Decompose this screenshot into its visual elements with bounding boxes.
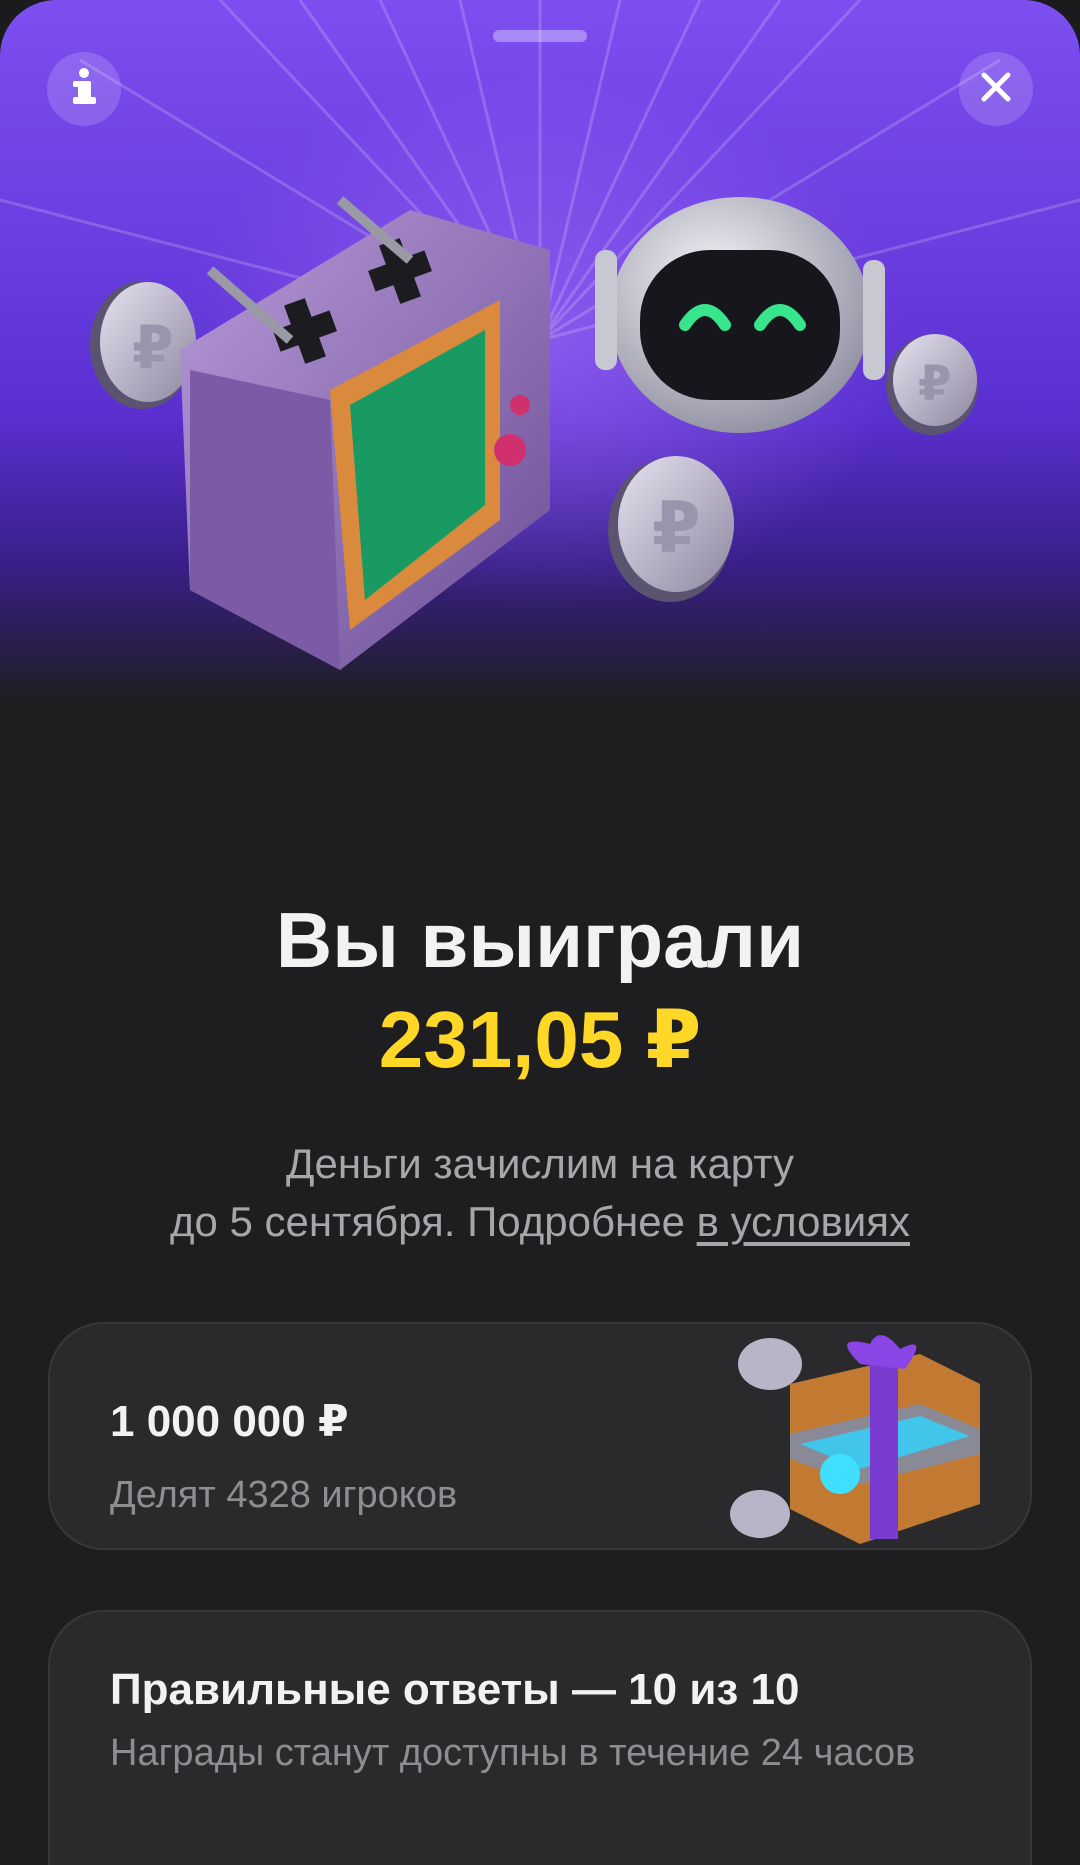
- close-button[interactable]: [959, 52, 1033, 126]
- game-console-robot-illustration: ₽ ₽ ₽: [90, 196, 978, 670]
- correct-answers-title: Правильные ответы — 10 из 10: [110, 1665, 800, 1714]
- correct-answers-card[interactable]: Правильные ответы — 10 из 10 Награды ста…: [48, 1610, 1032, 1865]
- info-button[interactable]: [47, 52, 121, 126]
- description-line-2: до 5 сентября. Подробнее: [170, 1198, 697, 1245]
- svg-text:₽: ₽: [652, 487, 701, 569]
- game-console-icon: [180, 196, 550, 670]
- win-result-sheet: ₽ ₽ ₽ Вы выиграли 231,05 ₽ Деньги зачисл…: [0, 0, 1080, 1865]
- prize-pool-amount: 1 000 000 ₽: [110, 1397, 349, 1446]
- svg-text:₽: ₽: [918, 356, 951, 412]
- win-amount: 231,05 ₽: [378, 995, 702, 1084]
- hero-banner: ₽ ₽ ₽: [0, 0, 1080, 800]
- svg-text:₽: ₽: [132, 313, 174, 383]
- coin-icon: ₽: [608, 456, 734, 602]
- payout-description: Деньги зачислим на карту до 5 сентября. …: [60, 1135, 1020, 1251]
- rewards-availability-note: Награды станут доступны в течение 24 час…: [110, 1732, 916, 1774]
- terms-link[interactable]: в условиях: [697, 1198, 910, 1245]
- prize-pool-players: Делят 4328 игроков: [110, 1474, 458, 1516]
- description-line-1: Деньги зачислим на карту: [286, 1140, 794, 1187]
- treasure-chest-icon: [730, 1335, 980, 1544]
- robot-mascot-icon: [595, 197, 885, 433]
- sheet-grabber-handle[interactable]: [493, 30, 587, 42]
- close-icon: [979, 70, 1013, 109]
- result-title: Вы выиграли: [275, 896, 805, 984]
- coin-icon: ₽: [886, 334, 978, 435]
- info-icon: [67, 67, 101, 112]
- coin-icon: ₽: [90, 281, 196, 409]
- prize-pool-card[interactable]: 1 000 000 ₽ Делят 4328 игроков: [48, 1322, 1032, 1550]
